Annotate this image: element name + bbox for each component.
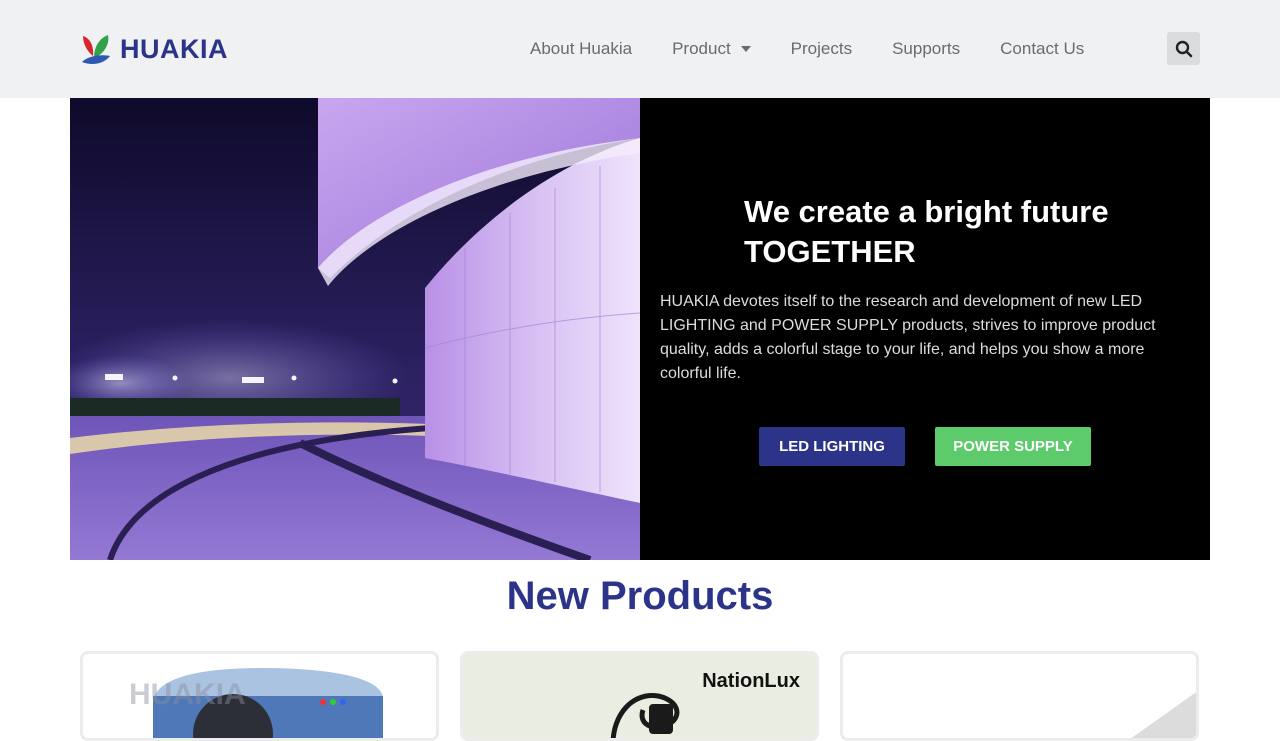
hero-panel: We create a bright future TOGETHER HUAKI… bbox=[640, 98, 1210, 560]
chevron-down-icon bbox=[740, 46, 751, 52]
brand-logo-icon bbox=[82, 35, 110, 64]
nav-about[interactable]: About Huakia bbox=[510, 39, 652, 59]
hero-title-line2: TOGETHER bbox=[744, 234, 916, 269]
hero-description: HUAKIA devotes itself to the research an… bbox=[660, 293, 1156, 382]
brand-name: HUAKIA bbox=[120, 33, 228, 64]
hero-section: We create a bright future TOGETHER HUAKI… bbox=[70, 98, 1210, 560]
power-supply-button[interactable]: POWER SUPPLY bbox=[935, 427, 1091, 466]
product-card[interactable] bbox=[840, 651, 1199, 741]
hero-title-line1: We create a bright future bbox=[744, 194, 1109, 229]
led-lighting-button[interactable]: LED LIGHTING bbox=[759, 427, 905, 466]
main-nav: About Huakia Product Projects Supports C… bbox=[510, 0, 1104, 98]
power-cable-product-image bbox=[610, 693, 680, 738]
hero-title: We create a bright future TOGETHER bbox=[744, 192, 1164, 272]
site-header: HUAKIA About Huakia Product Projects Sup… bbox=[0, 0, 1280, 98]
nav-product-label: Product bbox=[672, 39, 731, 58]
product-image bbox=[1131, 692, 1196, 738]
card-watermark: HUAKIA bbox=[129, 678, 246, 711]
nav-product[interactable]: Product bbox=[652, 39, 771, 59]
product-card[interactable]: NationLux bbox=[460, 651, 819, 741]
brand-logo[interactable]: HUAKIA bbox=[80, 31, 228, 67]
new-products-title: New Products bbox=[506, 574, 774, 618]
hero-image bbox=[70, 98, 640, 560]
search-icon bbox=[1175, 40, 1192, 57]
nav-projects[interactable]: Projects bbox=[771, 39, 872, 59]
nav-supports[interactable]: Supports bbox=[872, 39, 980, 59]
search-button[interactable] bbox=[1167, 32, 1200, 65]
product-card[interactable]: HUAKIA bbox=[80, 651, 439, 741]
nav-contact[interactable]: Contact Us bbox=[980, 39, 1104, 59]
